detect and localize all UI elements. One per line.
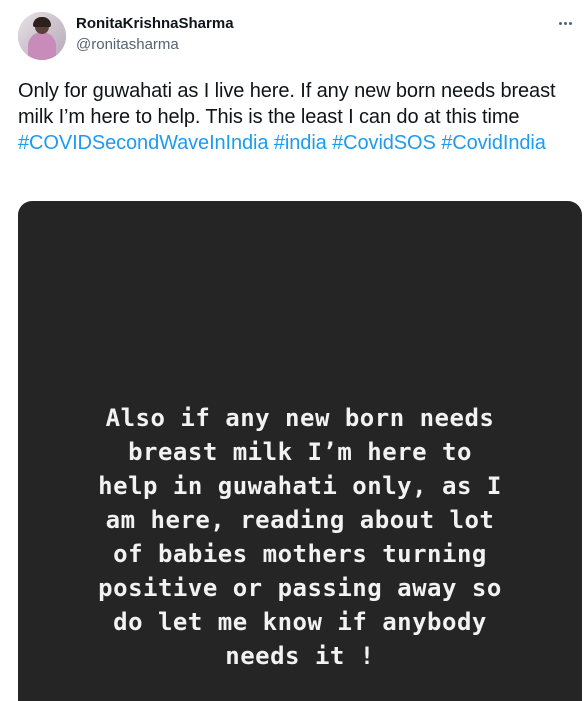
tweet-card: RonitaKrishnaSharma @ronitasharma Only f… [0,0,585,701]
more-dot [563,21,567,25]
avatar-figure-body [28,32,56,60]
hashtag-link[interactable]: #COVIDSecondWaveInIndia [18,132,269,154]
hashtag-link[interactable]: #CovidIndia [441,132,546,154]
media-caption: Also if any new born needs breast milk I… [18,401,582,673]
media-caption-line: do let me know if anybody [113,608,487,636]
hashtag-link[interactable]: #india [274,132,327,154]
author-display-name[interactable]: RonitaKrishnaSharma [76,14,234,34]
tweet-text: Only for guwahati as I live here. If any… [18,78,578,156]
media-caption-line: Also if any new born needs [105,404,495,432]
more-horizontal-icon[interactable] [554,12,576,34]
media-caption-line: help in guwahati only, as I [98,472,502,500]
media-caption-line: needs it ! [225,642,375,670]
avatar[interactable] [18,12,66,60]
avatar-figure-hair [33,17,51,27]
tweet-media-image[interactable]: Also if any new born needs breast milk I… [18,201,582,701]
media-caption-line: breast milk I’m here to [128,438,472,466]
tweet-text-body: Only for guwahati as I live here. If any… [18,80,556,128]
media-caption-line: of babies mothers turning [113,540,487,568]
more-dot [568,21,572,25]
media-caption-line: am here, reading about lot [105,506,495,534]
more-dot [558,21,562,25]
author-handle[interactable]: @ronitasharma [76,35,179,55]
hashtag-link[interactable]: #CovidSOS [332,132,436,154]
media-caption-line: positive or passing away so [98,574,502,602]
